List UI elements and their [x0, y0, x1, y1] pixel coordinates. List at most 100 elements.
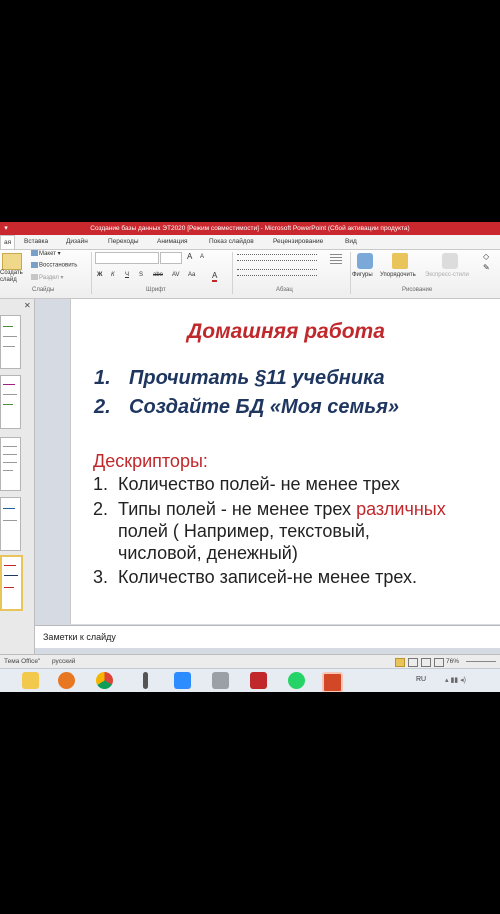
thumb-line: [3, 520, 17, 521]
slide-thumbnail[interactable]: [0, 437, 21, 491]
separator: [232, 252, 233, 294]
new-slide-icon[interactable]: [2, 253, 22, 270]
task-number: 2.: [94, 396, 111, 418]
thumb-line: [3, 346, 15, 347]
slide-title[interactable]: Домашняя работа: [71, 320, 500, 344]
zoom-level[interactable]: 76%: [446, 655, 459, 669]
thumb-line: [3, 404, 13, 405]
grow-font-button[interactable]: A: [187, 252, 192, 261]
thumb-line: [3, 336, 17, 337]
thumb-line: [3, 470, 13, 471]
thumb-line: [4, 565, 16, 566]
quick-styles-button[interactable]: Экспресс-стили: [425, 272, 469, 278]
drawing-group-label: Рисование: [402, 287, 433, 293]
status-bar: Тема Office" русский 76%: [0, 654, 500, 669]
thumb-line: [3, 462, 17, 463]
input-language[interactable]: RU: [416, 676, 426, 683]
underline-button[interactable]: Ч: [125, 272, 129, 278]
italic-button[interactable]: К: [111, 272, 115, 278]
slide-thumbnail[interactable]: [0, 315, 21, 369]
arrange-icon[interactable]: [392, 253, 408, 269]
normal-view-icon[interactable]: [395, 658, 405, 667]
outline-icon[interactable]: ✎: [483, 263, 490, 272]
layout-button[interactable]: Макет ▾: [31, 250, 61, 257]
task-number: 1.: [94, 367, 111, 389]
text-direction-icon[interactable]: [330, 252, 342, 264]
notes-pane[interactable]: Заметки к слайду: [35, 625, 500, 648]
descriptor-text: числовой, денежный): [118, 543, 298, 563]
shapes-button[interactable]: Фигуры: [352, 272, 373, 278]
ribbon: Создать слайд Макет ▾ Восстановить Разде…: [0, 250, 500, 299]
separator: [91, 252, 92, 294]
title-bar: ▾ Создание базы данных ЭТ2020 [Режим сов…: [0, 222, 500, 235]
slide-thumbnail[interactable]: [0, 497, 21, 551]
language-label[interactable]: русский: [52, 655, 75, 669]
font-name-select[interactable]: [95, 252, 159, 264]
slide-thumbnail-selected[interactable]: [0, 555, 23, 611]
paragraph-group-label: Абзац: [276, 287, 293, 293]
tab-insert[interactable]: Вставка: [24, 235, 48, 249]
ribbon-tabs: ая Вставка Дизайн Переходы Анимация Пока…: [0, 235, 500, 250]
list-buttons[interactable]: [237, 254, 317, 261]
notes-placeholder: Заметки к слайду: [43, 632, 116, 642]
whatsapp-icon[interactable]: [288, 672, 305, 689]
tab-slideshow[interactable]: Показ слайдов: [209, 235, 254, 249]
tab-review[interactable]: Рецензирование: [273, 235, 323, 249]
new-slide-button[interactable]: Создать слайд: [0, 270, 28, 284]
slide-canvas[interactable]: Домашняя работа 1. Прочитать §11 учебника…: [70, 299, 500, 624]
descriptor-number: 1.: [93, 474, 109, 494]
descriptors-title[interactable]: Дескрипторы:: [93, 451, 208, 472]
bold-button[interactable]: Ж: [97, 272, 102, 278]
descriptor-highlight: различных: [356, 499, 446, 519]
powerpoint-icon[interactable]: [322, 672, 343, 692]
font-color-button[interactable]: A: [212, 271, 218, 282]
app-icon[interactable]: [212, 672, 229, 689]
change-case-button[interactable]: Aa: [188, 272, 195, 278]
fill-icon[interactable]: ◇: [483, 252, 489, 261]
sorter-view-icon[interactable]: [408, 658, 418, 667]
task-text: Создайте БД «Моя семья»: [129, 396, 400, 418]
font-group-label: Шрифт: [146, 287, 166, 293]
tray-icons[interactable]: ▴ ▮▮ ◂): [445, 676, 466, 684]
reading-view-icon[interactable]: [421, 658, 431, 667]
thumb-line: [3, 384, 15, 385]
descriptor-item[interactable]: 3. Количество записей-не менее трех.: [93, 566, 417, 588]
descriptor-item[interactable]: 2. Типы полей - не менее трех различных п…: [93, 498, 446, 564]
tab-design[interactable]: Дизайн: [66, 235, 88, 249]
zoom-slider[interactable]: [466, 661, 496, 662]
microphone-icon[interactable]: [143, 672, 148, 689]
section-button[interactable]: Раздел ▾: [31, 274, 64, 281]
tab-animation[interactable]: Анимация: [157, 235, 188, 249]
thumb-line: [3, 326, 13, 327]
task-item[interactable]: 2. Создайте БД «Моя семья»: [94, 396, 399, 419]
reset-button[interactable]: Восстановить: [31, 262, 77, 269]
chrome-icon[interactable]: [96, 672, 113, 689]
alignment-buttons[interactable]: [237, 269, 317, 276]
task-item[interactable]: 1. Прочитать §11 учебника: [94, 367, 385, 390]
tab-transitions[interactable]: Переходы: [108, 235, 139, 249]
spacing-button[interactable]: AV: [172, 272, 180, 278]
shapes-icon[interactable]: [357, 253, 373, 269]
file-explorer-icon[interactable]: [22, 672, 39, 689]
slideshow-view-icon[interactable]: [434, 658, 444, 667]
tab-view[interactable]: Вид: [345, 235, 357, 249]
reset-icon: [31, 262, 38, 268]
font-size-select[interactable]: [160, 252, 182, 264]
descriptor-number: 3.: [93, 567, 109, 587]
abc-button[interactable]: abe: [153, 272, 163, 278]
layout-icon: [31, 250, 38, 257]
descriptor-text: Количество записей-не менее трех.: [118, 567, 417, 587]
zoom-icon[interactable]: [174, 672, 191, 689]
slides-panel: ✕: [0, 299, 35, 654]
media-player-icon[interactable]: [58, 672, 75, 689]
shrink-font-button[interactable]: A: [200, 254, 204, 260]
arrange-button[interactable]: Упорядочить: [380, 272, 416, 278]
descriptor-item[interactable]: 1. Количество полей- не менее трех: [93, 473, 400, 495]
tab-home[interactable]: ая: [0, 235, 16, 249]
quick-styles-icon[interactable]: [442, 253, 458, 269]
strikethrough-button[interactable]: S: [139, 272, 143, 278]
slide-thumbnail[interactable]: [0, 375, 21, 429]
descriptor-text: полей ( Например, текстовый,: [118, 521, 370, 541]
close-icon[interactable]: ✕: [24, 301, 31, 310]
app-icon[interactable]: [250, 672, 267, 689]
